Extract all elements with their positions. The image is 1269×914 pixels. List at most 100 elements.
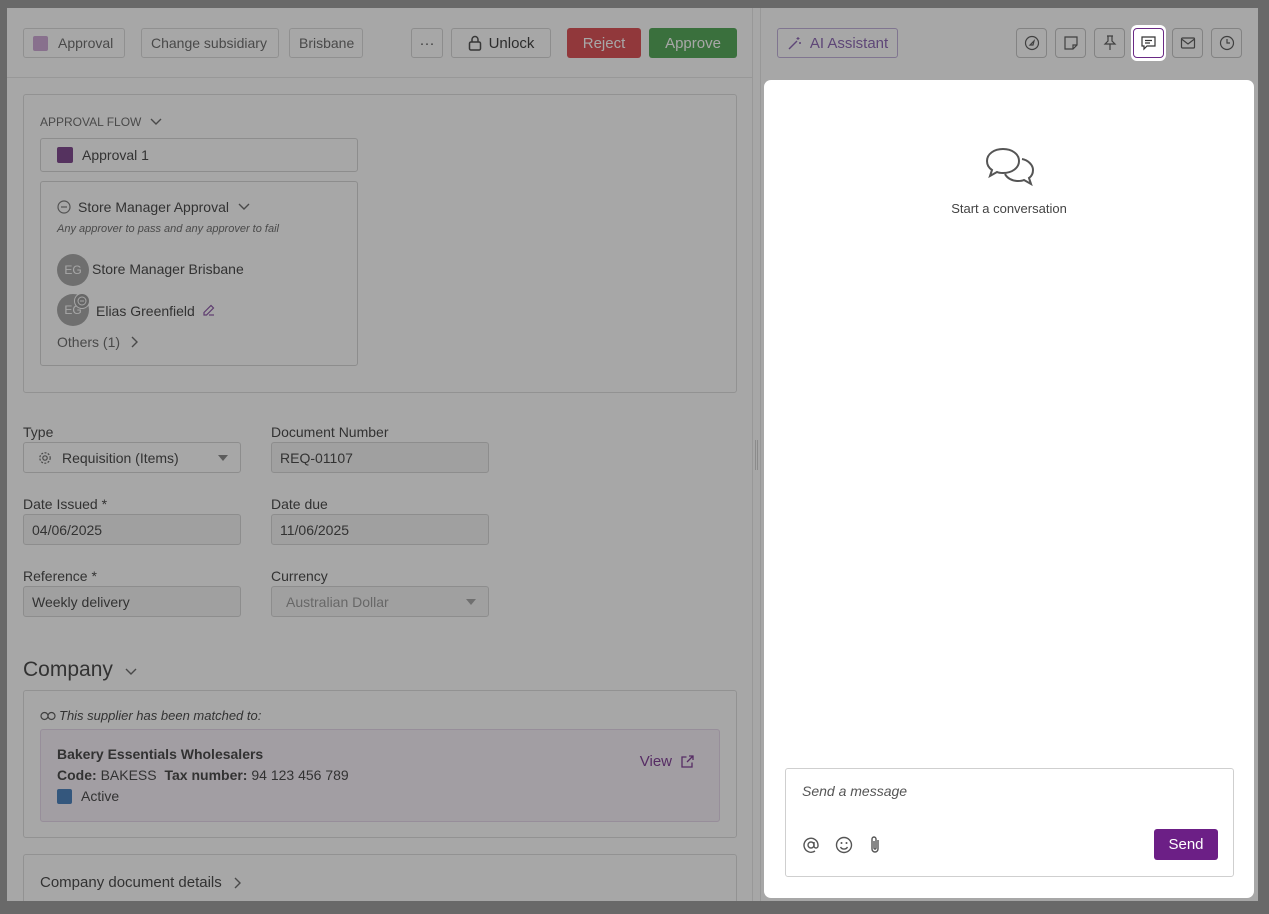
reject-button[interactable]: Reject xyxy=(567,28,641,58)
chat-icon xyxy=(1141,36,1156,51)
company-document-details-panel: Company document details xyxy=(23,854,737,901)
pane-splitter[interactable] xyxy=(752,8,761,901)
pending-badge-icon xyxy=(74,293,90,309)
date-issued-field[interactable]: 04/06/2025 xyxy=(23,514,241,545)
approval-chip-label: Approval xyxy=(58,35,114,51)
date-issued-label: Date Issued * xyxy=(23,496,108,512)
supplier-codes: Code: BAKESS Tax number: 94 123 456 789 xyxy=(57,767,349,783)
approval-step-header[interactable]: Store Manager Approval xyxy=(57,199,250,215)
company-document-details-title: Company document details xyxy=(40,874,222,891)
tax-label: Tax number: xyxy=(164,767,248,783)
approval-step-card: Store Manager Approval Any approver to p… xyxy=(40,181,358,366)
send-button[interactable]: Send xyxy=(1154,829,1218,860)
reference-label: Reference * xyxy=(23,568,97,584)
document-number-field[interactable]: REQ-01107 xyxy=(271,442,489,473)
company-section-header[interactable]: Company xyxy=(23,658,137,682)
chevron-right-icon xyxy=(234,877,241,888)
chevron-down-icon xyxy=(150,118,162,125)
tax-value: 94 123 456 789 xyxy=(251,767,349,783)
mention-icon[interactable] xyxy=(802,836,820,854)
approval-step-rule: Any approver to pass and any approver to… xyxy=(57,223,279,235)
conversation-panel: Start a conversation Send a message Send xyxy=(764,80,1254,898)
link-icon xyxy=(40,711,56,720)
emoji-icon[interactable] xyxy=(835,836,853,854)
pin-icon xyxy=(1103,35,1116,50)
external-link-icon xyxy=(681,755,694,768)
document-pane: Approval Change subsidiary Brisbane ··· … xyxy=(7,8,752,901)
others-toggle[interactable]: Others (1) xyxy=(57,334,139,350)
status-swatch xyxy=(57,788,72,804)
type-select[interactable]: Requisition (Items) xyxy=(23,442,241,473)
drag-handle-icon xyxy=(755,440,758,470)
stage-label: Approval 1 xyxy=(82,147,149,163)
lock-icon xyxy=(468,35,481,51)
message-input[interactable]: Send a message xyxy=(802,783,907,799)
approve-button[interactable]: Approve xyxy=(649,28,737,58)
date-issued-value: 04/06/2025 xyxy=(32,521,103,538)
approval-stage[interactable]: Approval 1 xyxy=(40,138,358,172)
conversation-icon xyxy=(985,147,1035,187)
approval-flow-title: APPROVAL FLOW xyxy=(40,115,142,129)
pending-status-icon xyxy=(57,200,71,214)
change-subsidiary-label: Change subsidiary xyxy=(151,35,267,51)
send-label: Send xyxy=(1168,836,1204,853)
location-label: Brisbane xyxy=(299,35,355,51)
compass-icon xyxy=(1024,35,1039,51)
currency-label: Currency xyxy=(271,568,328,584)
currency-select[interactable]: Australian Dollar xyxy=(271,586,489,617)
reject-label: Reject xyxy=(582,34,626,52)
tool-compass[interactable] xyxy=(1016,28,1047,58)
type-label: Type xyxy=(23,424,54,440)
approval-flow-header[interactable]: APPROVAL FLOW xyxy=(40,115,162,129)
approval-flow-panel: APPROVAL FLOW Approval 1 Store Manager A… xyxy=(23,94,737,393)
approve-label: Approve xyxy=(665,34,721,52)
document-number-value: REQ-01107 xyxy=(280,449,353,466)
date-due-label: Date due xyxy=(271,496,328,512)
currency-value: Australian Dollar xyxy=(286,593,389,610)
more-icon: ··· xyxy=(419,34,435,52)
chevron-right-icon xyxy=(131,336,139,348)
document-toolbar: Approval Change subsidiary Brisbane ··· … xyxy=(7,8,752,78)
view-label: View xyxy=(639,753,672,770)
sticky-note-icon xyxy=(1063,36,1078,50)
ai-assistant-button[interactable]: AI Assistant xyxy=(777,28,898,58)
approver-name: Elias Greenfield xyxy=(96,303,195,319)
avatar: EG xyxy=(57,254,89,286)
magic-wand-icon xyxy=(788,36,801,49)
caret-down-icon xyxy=(218,455,228,461)
matched-notice: This supplier has been matched to: xyxy=(40,708,261,723)
tool-notes[interactable] xyxy=(1055,28,1086,58)
more-options-button[interactable]: ··· xyxy=(411,28,443,58)
messages-tool-highlight[interactable] xyxy=(1131,25,1166,61)
gear-icon xyxy=(39,451,51,464)
date-due-field[interactable]: 11/06/2025 xyxy=(271,514,489,545)
type-value: Requisition (Items) xyxy=(62,449,179,466)
tool-history[interactable] xyxy=(1211,28,1242,58)
unlock-button[interactable]: Unlock xyxy=(451,28,551,58)
view-supplier-link[interactable]: View xyxy=(640,753,695,770)
stage-swatch xyxy=(57,147,73,163)
company-document-details-toggle[interactable]: Company document details xyxy=(40,874,242,891)
unlock-label: Unlock xyxy=(488,34,535,52)
chevron-down-icon xyxy=(238,203,250,210)
reference-field[interactable]: Weekly delivery xyxy=(23,586,241,617)
location-chip[interactable]: Brisbane xyxy=(289,28,363,58)
caret-down-icon xyxy=(466,599,476,605)
approver-name: Store Manager Brisbane xyxy=(92,261,244,277)
message-composer: Send a message Send xyxy=(785,768,1234,877)
approval-step-title: Store Manager Approval xyxy=(78,199,229,215)
approval-swatch xyxy=(33,35,48,51)
attachment-icon[interactable] xyxy=(868,835,882,855)
matched-text: This supplier has been matched to: xyxy=(59,708,262,723)
tool-pin[interactable] xyxy=(1094,28,1125,58)
empty-state-text: Start a conversation xyxy=(951,201,1067,216)
supplier-status: Active xyxy=(57,788,119,804)
company-panel: This supplier has been matched to: Baker… xyxy=(23,690,737,838)
change-subsidiary-button[interactable]: Change subsidiary xyxy=(141,28,279,58)
approval-chip[interactable]: Approval xyxy=(23,28,125,58)
edit-icon[interactable] xyxy=(202,303,216,317)
code-value: BAKESS xyxy=(100,767,157,783)
supplier-name: Bakery Essentials Wholesalers xyxy=(57,746,264,762)
tool-email[interactable] xyxy=(1172,28,1203,58)
ai-assistant-label: AI Assistant xyxy=(809,34,889,52)
